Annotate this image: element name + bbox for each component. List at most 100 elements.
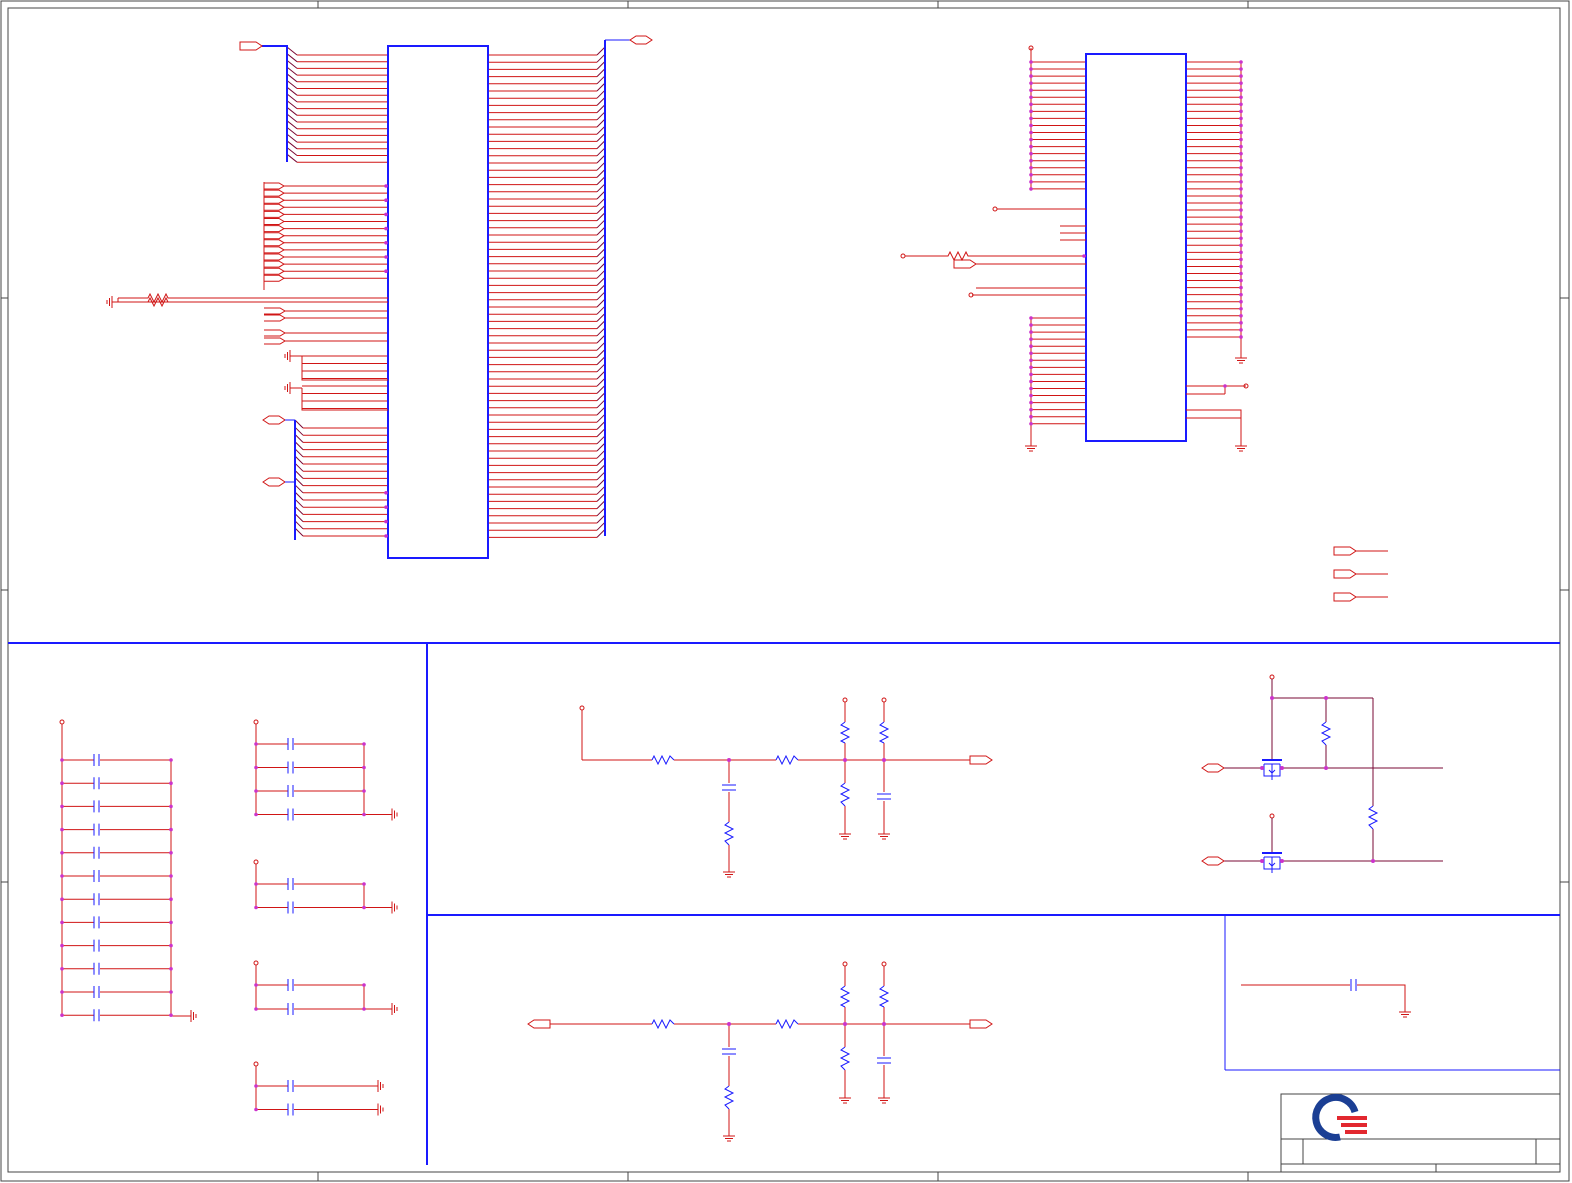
junction — [254, 812, 258, 817]
resistor-icon[interactable] — [651, 754, 675, 766]
capacitor-icon[interactable] — [722, 1048, 736, 1055]
junction — [384, 491, 388, 495]
resistor-icon[interactable] — [775, 1018, 799, 1030]
junction — [60, 827, 64, 832]
junction — [1029, 407, 1033, 412]
junction — [1029, 144, 1033, 149]
connector-u2-body[interactable] — [1085, 53, 1187, 442]
off-page-connector-icon[interactable] — [1333, 569, 1357, 579]
junction — [1029, 158, 1033, 163]
ground-icon — [722, 1129, 736, 1142]
off-page-connector-icon[interactable] — [262, 415, 286, 425]
junction — [1239, 306, 1243, 311]
junction — [169, 874, 173, 878]
junction — [362, 1007, 366, 1011]
ground-icon — [284, 349, 297, 363]
rc-filter-1 — [579, 697, 993, 866]
resistor-icon[interactable] — [117, 292, 388, 308]
off-page-connector-icon[interactable] — [262, 477, 286, 487]
note-box — [1224, 915, 1560, 1071]
capacitor-icon[interactable] — [877, 1057, 891, 1064]
sheet-frame — [0, 0, 1570, 1182]
resistor-icon[interactable] — [1367, 805, 1379, 830]
schematic-sheet — [0, 0, 1570, 1182]
junction — [1029, 365, 1033, 370]
junction — [1239, 328, 1243, 332]
resistor-icon[interactable] — [775, 754, 799, 766]
ground-icon — [371, 1079, 384, 1093]
junction — [1029, 386, 1033, 391]
junction — [1239, 243, 1243, 248]
capacitor-icon[interactable] — [1350, 979, 1357, 991]
junction — [1239, 60, 1243, 64]
resistor-icon[interactable] — [723, 1085, 735, 1110]
junction — [1029, 337, 1033, 341]
junction — [1239, 67, 1243, 71]
junction — [60, 990, 64, 994]
resistor-icon[interactable] — [878, 985, 890, 1008]
junction — [60, 897, 64, 901]
junction — [362, 789, 366, 793]
junction — [1029, 95, 1033, 100]
resistor-icon[interactable] — [1320, 721, 1332, 746]
connector-u1-body[interactable] — [387, 45, 489, 559]
connector-u1-group — [106, 35, 653, 559]
junction — [362, 812, 366, 817]
resistor-icon[interactable] — [651, 1018, 675, 1030]
junction — [1239, 229, 1243, 233]
junction — [1082, 254, 1086, 258]
junction — [1239, 314, 1243, 318]
junction — [1029, 330, 1033, 334]
capacitor-icon[interactable] — [722, 784, 736, 791]
ground-icon — [385, 1002, 398, 1016]
junction — [60, 851, 64, 855]
ground-icon — [877, 1091, 891, 1104]
junction — [1239, 116, 1243, 121]
junction — [1239, 264, 1243, 269]
junction — [1239, 187, 1243, 191]
junction — [384, 198, 388, 202]
capacitor-icon[interactable] — [877, 793, 891, 800]
junction — [60, 920, 64, 925]
junction — [1239, 222, 1243, 226]
ground-icon — [838, 1091, 852, 1104]
off-page-connector-icon[interactable] — [1333, 592, 1357, 602]
ground-icon — [1234, 439, 1248, 452]
junction — [1239, 271, 1243, 276]
off-page-connector-icon[interactable] — [527, 1019, 551, 1029]
junction — [254, 1107, 258, 1112]
off-page-connector-icon[interactable] — [239, 41, 263, 51]
junction — [1239, 321, 1243, 325]
junction — [254, 765, 258, 770]
junction — [1239, 151, 1243, 156]
off-page-connector-icon[interactable] — [969, 1019, 993, 1029]
off-page-connector-icon[interactable] — [953, 259, 977, 269]
resistor-icon[interactable] — [839, 1046, 851, 1071]
off-page-connector-icon[interactable] — [1201, 763, 1225, 773]
junction — [384, 241, 388, 245]
off-page-connector-icon[interactable] — [1201, 856, 1225, 866]
junction — [1029, 67, 1033, 71]
junction — [1029, 74, 1033, 78]
off-page-connector-icon[interactable] — [969, 755, 993, 765]
resistor-icon[interactable] — [723, 821, 735, 846]
resistor-icon[interactable] — [839, 782, 851, 807]
resistor-icon[interactable] — [878, 721, 890, 744]
junction — [1239, 215, 1243, 219]
junction — [169, 943, 173, 948]
junction — [254, 1007, 258, 1011]
junction — [384, 255, 388, 259]
resistor-icon[interactable] — [839, 721, 851, 744]
mosfet-icon[interactable] — [1262, 852, 1282, 873]
off-page-connector-icon[interactable] — [629, 35, 653, 45]
off-page-connector-icon[interactable] — [1333, 546, 1357, 556]
junction — [1239, 278, 1243, 283]
junction — [1239, 130, 1243, 135]
junction — [1029, 351, 1033, 356]
junction — [169, 827, 173, 832]
junction — [1239, 173, 1243, 177]
ground-icon — [1024, 439, 1038, 452]
junction — [1029, 88, 1033, 92]
mosfet-icon[interactable] — [1262, 759, 1282, 780]
resistor-icon[interactable] — [839, 985, 851, 1008]
